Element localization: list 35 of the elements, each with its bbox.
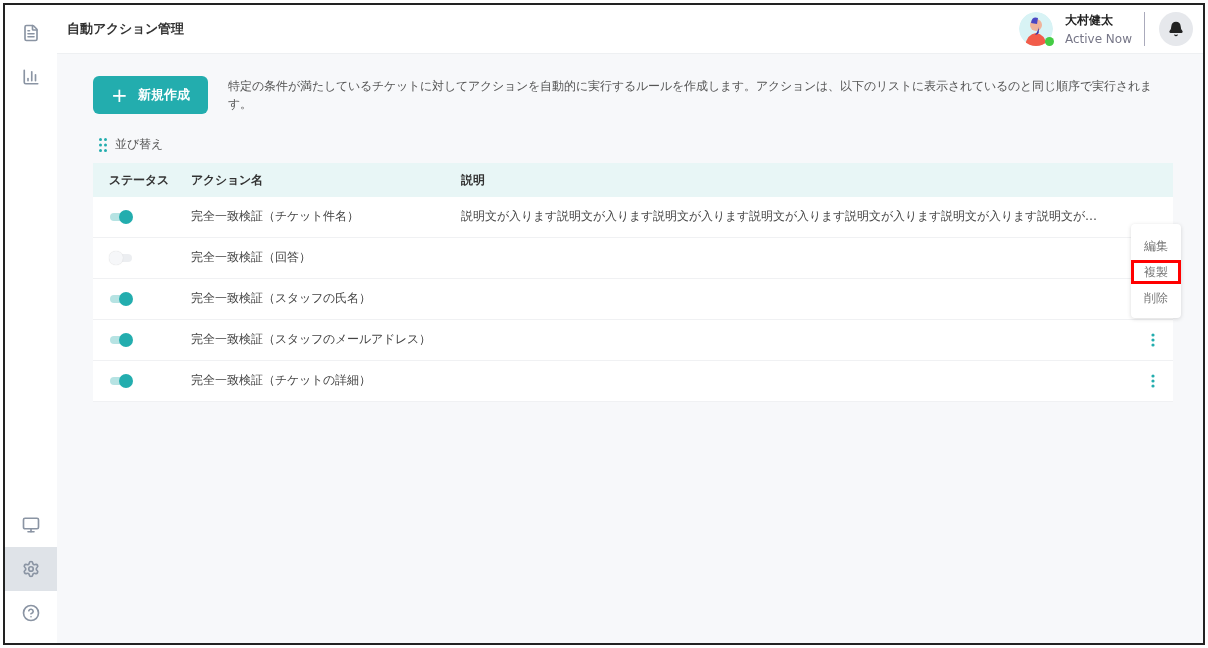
user-status: Active Now bbox=[1064, 32, 1132, 46]
new-button[interactable]: + 新規作成 bbox=[93, 76, 208, 114]
description-cell-text: 説明文が入ります説明文が入ります説明文が入ります説明文が入ります説明文が入ります説明文が入ります説明文が… bbox=[461, 208, 1098, 226]
monitor-icon bbox=[22, 516, 40, 534]
avatar bbox=[1018, 12, 1053, 46]
bell-icon bbox=[1168, 21, 1184, 37]
user-name: 大村健太 bbox=[1064, 12, 1114, 29]
sort-link[interactable]: 並び替え bbox=[115, 136, 163, 153]
action-name-cell-text: 完全一致検証（スタッフのメールアドレス） bbox=[191, 331, 432, 349]
menu-item[interactable]: 削除 bbox=[1131, 286, 1181, 310]
drag-handle-icon bbox=[99, 137, 107, 152]
status-toggle[interactable] bbox=[109, 210, 133, 224]
status-toggle[interactable] bbox=[109, 333, 133, 347]
column-header: 説明 bbox=[461, 171, 486, 189]
menu-item[interactable]: 複製 bbox=[1131, 260, 1181, 284]
page-title: 自動アクション管理 bbox=[67, 20, 185, 38]
description-text: 特定の条件が満たしているチケットに対してアクションを自動的に実行するルールを作成します。アクションは、以下のリストに表示されているのと同じ順序で実行されます。 bbox=[227, 78, 1153, 113]
status-toggle[interactable] bbox=[109, 292, 133, 306]
action-name-cell-text: 完全一致検証（チケットの詳細） bbox=[191, 372, 372, 390]
status-toggle[interactable] bbox=[109, 251, 133, 265]
column-header: アクション名 bbox=[191, 171, 264, 189]
more-options-icon[interactable] bbox=[1151, 333, 1155, 347]
document-icon bbox=[22, 24, 40, 42]
column-header: ステータス bbox=[108, 171, 170, 189]
settings-icon bbox=[22, 560, 40, 578]
status-toggle[interactable] bbox=[109, 374, 133, 388]
bar-chart-icon bbox=[22, 68, 40, 86]
action-name-cell-text: 完全一致検証（チケット件名） bbox=[191, 208, 360, 226]
help-icon bbox=[22, 604, 40, 622]
action-name-cell-text: 完全一致検証（スタッフの氏名） bbox=[191, 290, 372, 308]
more-options-icon[interactable] bbox=[1151, 374, 1155, 388]
sidebar-item[interactable] bbox=[5, 547, 57, 591]
action-name-cell-text: 完全一致検証（回答） bbox=[191, 249, 312, 267]
menu-item[interactable]: 編集 bbox=[1131, 234, 1181, 258]
notification-button[interactable] bbox=[1159, 12, 1193, 46]
